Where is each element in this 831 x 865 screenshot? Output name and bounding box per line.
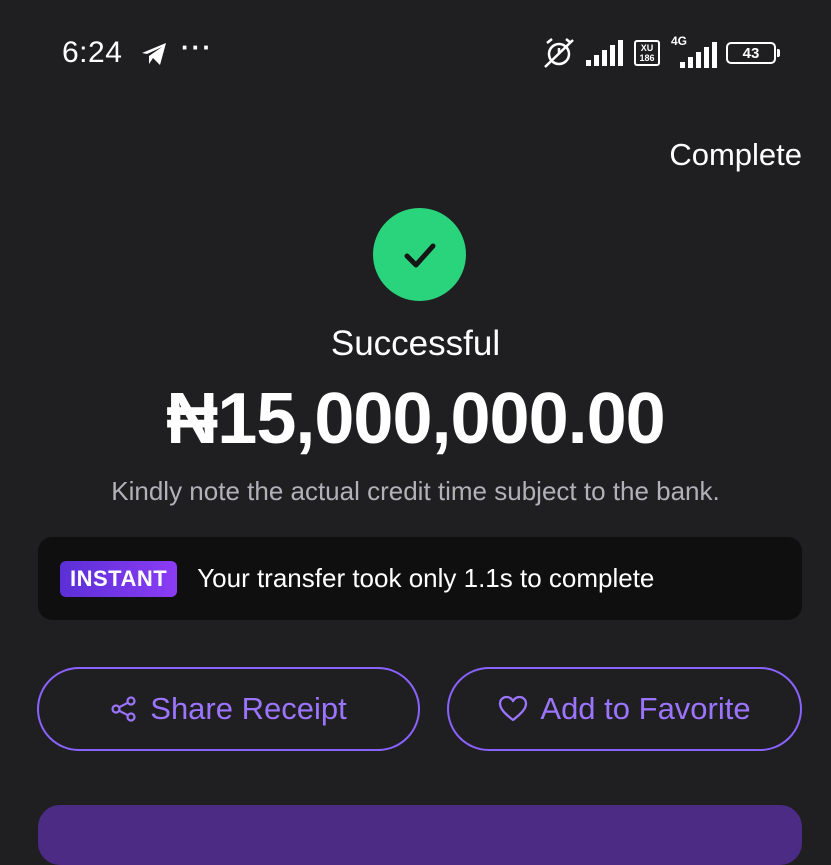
heart-icon [499, 695, 528, 722]
bottom-action-bar[interactable] [38, 805, 802, 865]
instant-badge: INSTANT [60, 560, 178, 597]
success-check-icon [373, 208, 466, 301]
xu-sub: 186 [639, 53, 655, 63]
add-to-favorite-label: Add to Favorite [540, 691, 751, 726]
credit-time-note: Kindly note the actual credit time subje… [111, 476, 720, 506]
4g-signal-icon: 4G [668, 34, 718, 68]
xu-network-icon: XU 186 [634, 40, 660, 66]
instant-message: Your transfer took only 1.1s to complete [197, 563, 655, 593]
share-receipt-label: Share Receipt [150, 691, 347, 726]
battery-level: 43 [742, 44, 760, 62]
telegram-icon [142, 43, 166, 65]
signal-icon [586, 40, 623, 66]
more-dots-icon: ··· [181, 32, 213, 62]
checkmark-icon [404, 243, 435, 267]
transfer-amount: ₦15,000,000.00 [166, 379, 665, 459]
status-title: Successful [330, 324, 501, 363]
share-icon [111, 696, 136, 722]
status-bar: 6:24 ··· XU 186 4G 43 [0, 0, 831, 100]
add-to-favorite-button[interactable]: Add to Favorite [447, 667, 802, 751]
status-icons: XU 186 4G 43 [540, 34, 780, 69]
instant-transfer-card: INSTANT Your transfer took only 1.1s to … [38, 537, 802, 620]
status-time: 6:24 [62, 36, 123, 69]
battery-icon: 43 [726, 42, 780, 64]
alarm-off-icon [544, 38, 574, 68]
complete-button[interactable]: Complete [669, 137, 802, 173]
4g-bars-icon [680, 42, 717, 68]
xu-label: XU [640, 43, 654, 53]
share-receipt-button[interactable]: Share Receipt [37, 667, 420, 751]
